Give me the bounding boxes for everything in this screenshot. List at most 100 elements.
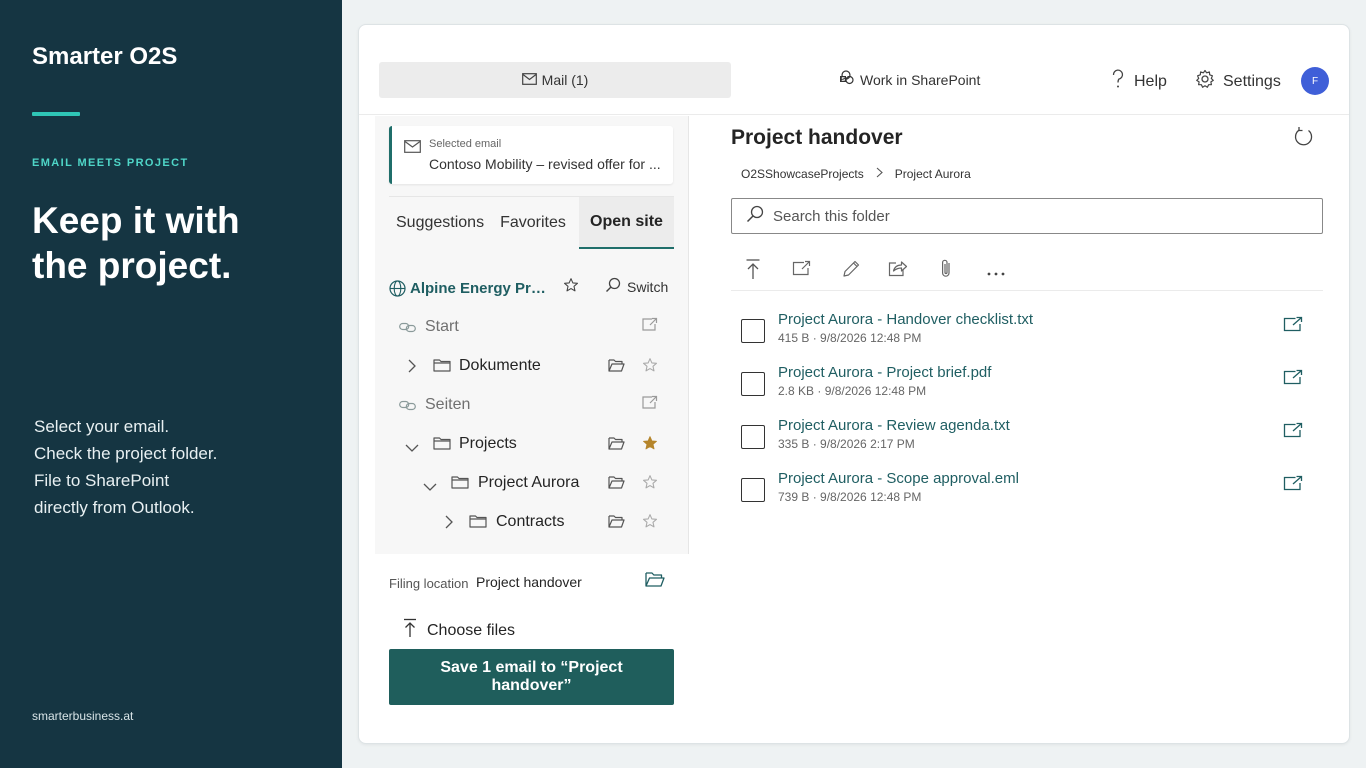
tree-item-label: Dokumente [459,357,541,374]
avatar[interactable]: F [1301,67,1329,95]
breadcrumb-item[interactable]: Project Aurora [895,167,971,181]
star-icon[interactable] [642,357,658,378]
folder-icon [433,436,451,455]
tab-suggestions-label: Suggestions [396,214,485,231]
tab-open-site-label: Open site [590,213,663,230]
chevron-right-icon[interactable] [444,515,453,534]
folder-title: Project handover [731,126,903,149]
file-row[interactable]: Project Aurora - Scope approval.eml 739 … [731,470,1311,514]
pencil-icon[interactable] [841,259,861,284]
open-external-icon[interactable] [1283,475,1303,496]
location-tabs: Suggestions Favorites Open site [389,196,674,249]
link-icon [399,320,416,338]
tab-mail[interactable]: Mail (1) [379,62,731,98]
search-input[interactable] [773,207,1293,225]
open-external-icon[interactable] [1283,422,1303,443]
save-email-button[interactable]: Save 1 email to “Project handover” [389,649,674,705]
svg-text:S: S [841,77,845,83]
tab-sharepoint[interactable]: S Work in SharePoint [839,70,980,89]
eyebrow-text: EMAIL MEETS PROJECT [32,157,189,169]
body-line: Check the project folder. [34,444,218,463]
folder-open-icon[interactable] [645,571,665,592]
tab-favorites[interactable]: Favorites [487,197,579,249]
gear-icon [1195,69,1215,94]
folder-open-icon[interactable] [608,436,625,455]
tree-item-project-aurora[interactable]: Project Aurora [389,468,674,498]
file-checkbox[interactable] [741,319,765,343]
chevron-right-icon[interactable] [407,359,416,378]
folder-icon [433,358,451,377]
file-row[interactable]: Project Aurora - Handover checklist.txt … [731,311,1311,355]
tree-item-seiten[interactable]: Seiten [389,390,674,420]
more-options-icon[interactable] [986,264,1006,282]
file-checkbox[interactable] [741,425,765,449]
settings-label: Settings [1223,72,1281,90]
folder-icon [469,514,487,533]
tab-suggestions[interactable]: Suggestions [389,197,487,249]
sharepoint-icon: S [839,70,855,89]
tree-item-label: Contracts [496,513,565,530]
file-checkbox[interactable] [741,372,765,396]
footer-url: smarterbusiness.at [32,709,134,723]
help-button[interactable]: Help [1111,69,1167,94]
site-name[interactable]: Alpine Energy Proj... [410,280,550,297]
promo-panel: Smarter O2S EMAIL MEETS PROJECT Keep it … [0,0,342,768]
tab-open-site[interactable]: Open site [579,197,674,249]
chevron-down-icon[interactable] [423,478,437,496]
share-icon[interactable] [888,259,908,282]
tab-favorites-label: Favorites [500,214,566,231]
upload-icon[interactable] [745,258,761,285]
refresh-icon[interactable] [1294,126,1314,153]
file-name[interactable]: Project Aurora - Scope approval.eml [778,470,1019,487]
star-icon[interactable] [563,277,579,298]
star-icon[interactable] [642,474,658,495]
file-toolbar [731,254,1323,291]
file-checkbox[interactable] [741,478,765,502]
tree-item-label: Project Aurora [478,474,580,491]
choose-files-button[interactable]: Choose files [403,618,515,643]
open-external-icon[interactable] [641,317,658,337]
open-external-icon[interactable] [1283,369,1303,390]
chevron-down-icon[interactable] [405,439,419,457]
tree-item-dokumente[interactable]: Dokumente [389,351,674,381]
file-name[interactable]: Project Aurora - Project brief.pdf [778,364,991,381]
breadcrumb: O2SShowcaseProjects Project Aurora [741,167,971,181]
tree-item-contracts[interactable]: Contracts [389,507,674,537]
folder-open-icon[interactable] [608,514,625,533]
tree-item-projects[interactable]: Projects [389,429,674,459]
file-meta: 415 B · 9/8/2026 12:48 PM [778,331,922,345]
paperclip-icon[interactable] [939,258,953,285]
tab-mail-label: Mail (1) [541,72,589,88]
open-external-icon[interactable] [641,395,658,415]
file-meta: 739 B · 9/8/2026 12:48 PM [778,490,922,504]
folder-search [731,198,1323,234]
help-label: Help [1134,72,1167,90]
accent-rule [32,112,80,116]
help-icon [1111,69,1125,94]
breadcrumb-item[interactable]: O2SShowcaseProjects [741,167,864,181]
tree-item-label: Projects [459,435,517,452]
switch-site-button[interactable]: Switch [605,277,668,296]
star-icon[interactable] [642,513,658,534]
filing-location-value: Project handover [476,574,582,590]
link-icon [399,398,416,416]
file-row[interactable]: Project Aurora - Review agenda.txt 335 B… [731,417,1311,461]
open-external-icon[interactable] [792,260,811,281]
tree-item-label: Start [425,318,459,335]
switch-label: Switch [627,278,669,295]
folder-open-icon[interactable] [608,475,625,494]
tree-item-start[interactable]: Start [389,312,674,342]
open-external-icon[interactable] [1283,316,1303,337]
file-name[interactable]: Project Aurora - Handover checklist.txt [778,311,1033,328]
headline: Keep it with the project. [32,200,240,286]
body-line: directly from Outlook. [34,498,195,517]
chevron-right-icon [876,167,883,181]
file-name[interactable]: Project Aurora - Review agenda.txt [778,417,1010,434]
folder-open-icon[interactable] [608,358,625,377]
settings-button[interactable]: Settings [1195,69,1281,94]
star-filled-icon[interactable] [642,435,658,456]
file-row[interactable]: Project Aurora - Project brief.pdf 2.8 K… [731,364,1311,408]
selected-email-card[interactable]: Selected email Contoso Mobility – revise… [389,126,673,184]
body-line: File to SharePoint [34,471,170,490]
app-header: Mail (1) S Work in SharePoint Help Setti… [359,25,1349,115]
